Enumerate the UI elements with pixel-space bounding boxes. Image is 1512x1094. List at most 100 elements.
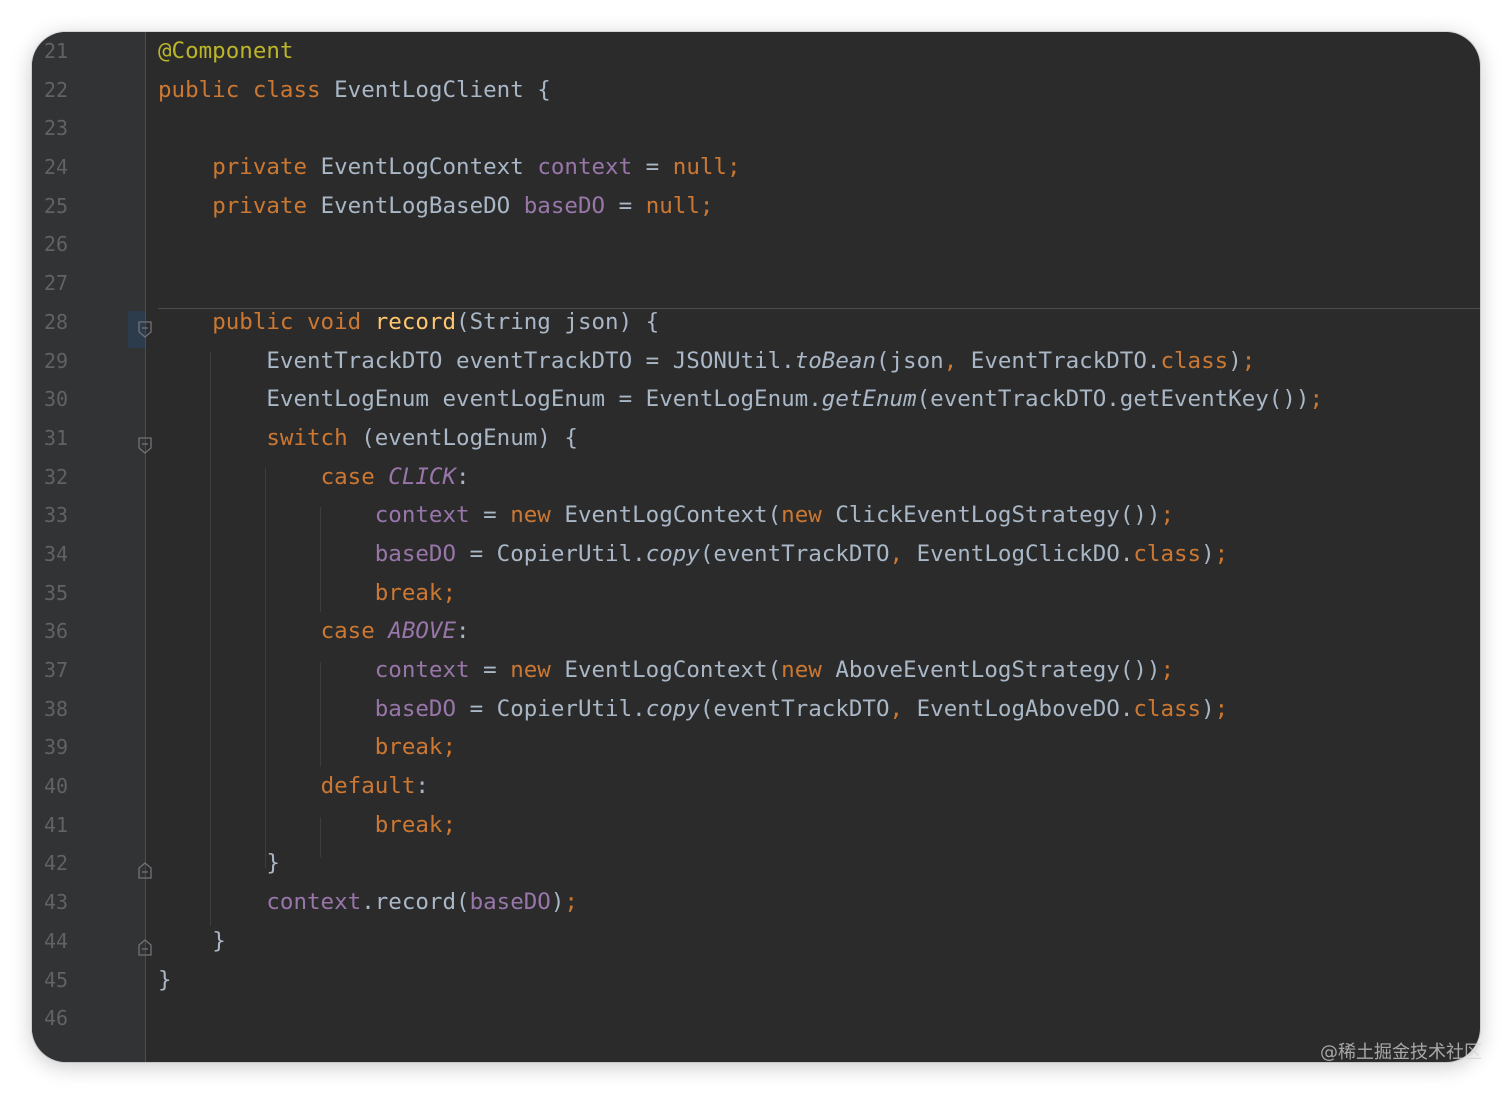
code-line[interactable]: } (158, 844, 1480, 883)
code-token: = (605, 192, 646, 219)
code-token: } (266, 850, 280, 877)
fold-end-icon[interactable] (138, 861, 152, 879)
fold-collapse-icon[interactable] (138, 321, 152, 339)
code-line[interactable]: } (158, 922, 1480, 961)
code-token: EventLogAboveDO. (916, 695, 1134, 722)
code-line[interactable]: @Component (158, 32, 1480, 71)
code-line[interactable]: private EventLogBaseDO baseDO = null; (158, 187, 1480, 226)
code-token: private (212, 192, 321, 219)
code-line[interactable]: break; (158, 806, 1480, 845)
code-token: , (889, 695, 917, 722)
code-token: , (889, 540, 917, 567)
line-number: 24 (44, 155, 69, 180)
code-editor-window: 21 22 23 24 25 26 27 28 29 30 31 32 33 34 35 36 37 38 39 40… (32, 32, 1480, 1062)
code-token: ) (550, 889, 565, 916)
code-token: context (537, 154, 633, 181)
line-number: 43 (44, 890, 69, 915)
code-line[interactable]: baseDO = CopierUtil.copy(eventTrackDTO, … (158, 535, 1480, 574)
code-line[interactable]: context = new EventLogContext(new ClickE… (158, 496, 1480, 535)
fold-collapse-icon[interactable] (138, 437, 152, 455)
code-token: new (510, 502, 565, 529)
code-token: break; (374, 579, 457, 606)
code-token: null; (672, 154, 741, 181)
code-token: context (374, 502, 470, 529)
code-line[interactable]: break; (158, 728, 1480, 767)
code-line[interactable] (158, 264, 1480, 303)
code-line[interactable]: context.record(baseDO); (158, 883, 1480, 922)
line-number: 32 (44, 464, 69, 489)
code-token: class (1133, 540, 1202, 567)
code-line[interactable]: public void record(String json) { (158, 303, 1480, 342)
code-token: switch (266, 424, 362, 451)
code-token: , (943, 347, 971, 374)
code-line[interactable]: case CLICK: (158, 458, 1480, 497)
code-token: baseDO (374, 695, 457, 722)
code-token: case (320, 463, 389, 490)
line-number: 28 (44, 309, 69, 334)
code-token: private (212, 154, 321, 181)
code-token: new (781, 502, 836, 529)
code-line[interactable]: EventTrackDTO eventTrackDTO = JSONUtil.t… (158, 342, 1480, 381)
watermark: @稀土掘金技术社区 (1320, 1042, 1482, 1063)
line-number: 42 (44, 851, 69, 876)
code-line[interactable]: context = new EventLogContext(new AboveE… (158, 651, 1480, 690)
code-token: ; (1160, 502, 1174, 529)
code-token: (String json) { (456, 308, 660, 335)
code-token: getEnum (821, 386, 917, 413)
code-token: ) (1201, 540, 1215, 567)
editor-gutter: 21 22 23 24 25 26 27 28 29 30 31 32 33 34 35 36 37 38 39 40… (32, 32, 146, 1062)
code-token: class (1133, 695, 1202, 722)
code-line[interactable]: private EventLogContext context = null; (158, 148, 1480, 187)
line-number: 21 (44, 39, 69, 63)
line-number: 23 (44, 116, 69, 141)
code-token: context (266, 889, 362, 916)
code-line[interactable] (158, 109, 1480, 148)
line-number: 35 (44, 580, 69, 605)
line-number: 38 (44, 696, 69, 721)
code-token: EventLogClient { (334, 76, 551, 103)
code-token: (json (875, 347, 944, 374)
code-line[interactable]: EventLogEnum eventLogEnum = EventLogEnum… (158, 380, 1480, 419)
code-token: class (252, 76, 335, 103)
code-line[interactable] (158, 225, 1480, 264)
line-number: 26 (44, 232, 69, 257)
code-area[interactable]: @Component public class EventLogClient { … (158, 32, 1480, 1038)
code-token: EventLogEnum eventLogEnum = EventLogEnum… (266, 386, 822, 413)
code-token: break; (374, 811, 457, 838)
code-line[interactable]: case ABOVE: (158, 612, 1480, 651)
code-token: EventLogClickDO. (916, 540, 1134, 567)
code-line[interactable] (158, 999, 1480, 1038)
code-line[interactable]: baseDO = CopierUtil.copy(eventTrackDTO, … (158, 690, 1480, 729)
code-line[interactable]: switch (eventLogEnum) { (158, 419, 1480, 458)
code-token: : (456, 618, 470, 645)
line-number: 31 (44, 425, 69, 450)
code-token: ; (1160, 657, 1174, 683)
code-token: = (469, 657, 511, 683)
fold-end-icon[interactable] (138, 938, 152, 956)
code-token: baseDO (469, 889, 551, 916)
code-line[interactable]: } (158, 961, 1480, 1000)
code-token: } (212, 927, 226, 954)
code-token: new (510, 657, 565, 683)
line-number: 30 (44, 387, 69, 412)
code-token: EventLogBaseDO (320, 192, 524, 219)
code-token: : (415, 773, 429, 800)
code-line[interactable]: public class EventLogClient { (158, 71, 1480, 110)
code-line[interactable]: break; (158, 574, 1480, 613)
code-line[interactable]: default: (158, 767, 1480, 806)
code-token: (eventTrackDTO.getEventKey()) (916, 386, 1310, 413)
